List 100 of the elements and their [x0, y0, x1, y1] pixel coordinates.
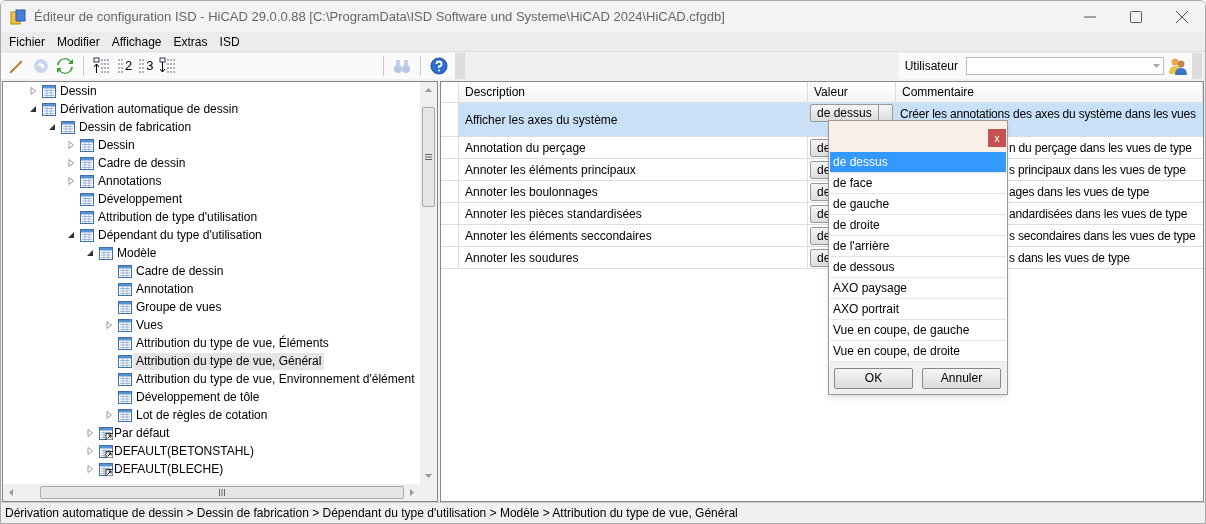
- column-header[interactable]: Description: [459, 82, 808, 102]
- tree-item[interactable]: Cadre de dessin: [95, 154, 189, 172]
- expand-icon[interactable]: [87, 447, 94, 455]
- menu-item[interactable]: ISD: [213, 32, 246, 51]
- table-cell: Afficher les axes du système: [459, 103, 808, 136]
- expand-icon[interactable]: [68, 159, 75, 167]
- scroll-right-icon[interactable]: [410, 489, 414, 496]
- table-cell: Annoter les éléments seccondaires: [459, 225, 808, 246]
- horizontal-scrollbar[interactable]: [3, 484, 437, 501]
- tree-item[interactable]: Par défaut: [111, 424, 173, 442]
- collapse-icon[interactable]: [30, 105, 37, 113]
- tree-item[interactable]: Modèle: [114, 244, 160, 262]
- table-cell-text: n du perçage dans les vues de type: [1009, 139, 1192, 157]
- table-shortcut-icon: [99, 462, 113, 476]
- table-icon: [61, 120, 75, 134]
- expand-icon[interactable]: [87, 429, 94, 437]
- table-cell-text: s dans les vues de type: [1009, 249, 1130, 267]
- toolbar-grip[interactable]: [455, 52, 465, 79]
- expand-icon[interactable]: [87, 465, 94, 473]
- expand-icon[interactable]: [106, 321, 113, 329]
- table-cell-text: andardisées dans les vues de type: [1009, 205, 1188, 223]
- tree-item[interactable]: Développement: [95, 190, 186, 208]
- table-cell-text: s principaux dans les vues de type: [1009, 161, 1186, 179]
- scroll-down-icon[interactable]: [425, 474, 432, 478]
- vertical-scrollbar[interactable]: [420, 82, 437, 484]
- dropdown-icon: [1153, 63, 1160, 68]
- table-icon: [118, 264, 132, 278]
- close-icon[interactable]: [1175, 9, 1189, 24]
- table-icon: [80, 192, 94, 206]
- tree-item[interactable]: Dessin: [57, 82, 100, 100]
- tree-item[interactable]: Lot de règles de cotation: [133, 406, 271, 424]
- tree-item[interactable]: Dépendant du type d'utilisation: [95, 226, 265, 244]
- table-icon: [118, 354, 132, 368]
- collapse-icon[interactable]: [68, 231, 75, 239]
- users-icon[interactable]: [1169, 56, 1187, 75]
- menu-item[interactable]: Extras: [167, 32, 214, 51]
- tree-item[interactable]: DEFAULT(BLECHE): [111, 460, 227, 478]
- tree-item[interactable]: Attribution de type d'utilisation: [95, 208, 261, 226]
- maximize-icon[interactable]: [1129, 9, 1143, 24]
- expand-icon[interactable]: [106, 411, 113, 419]
- table-cell: Annotation du perçage: [459, 137, 808, 158]
- table-icon: [118, 408, 132, 422]
- tree-item[interactable]: Attribution du type de vue, Général: [133, 352, 325, 370]
- table-cell-text: Créer les annotations des axes du système dans les vues: [900, 106, 1196, 123]
- window-title: Éditeur de configuration ISD - HiCAD 29.0.0.88 [C:\ProgramData\ISD Software und Systeme\HiCAD 2024\HiCAD.cfgdb]: [34, 7, 725, 26]
- tree-item[interactable]: Développement de tôle: [133, 388, 263, 406]
- collapse-icon[interactable]: [87, 249, 94, 257]
- column-header[interactable]: Valeur: [808, 82, 896, 102]
- menu-item[interactable]: Fichier: [3, 32, 51, 51]
- dialog-button[interactable]: Annuler: [922, 367, 1001, 389]
- status-text: Dérivation automatique de dessin > Dessin de fabrication > Dépendant du type d'utilisation > Modèle > Attribution du type de vue, Général: [5, 505, 738, 522]
- tree-item[interactable]: Cadre de dessin: [133, 262, 227, 280]
- tree-item[interactable]: Dessin de fabrication: [76, 118, 195, 136]
- tree-item[interactable]: Vues: [133, 316, 166, 334]
- tree-item[interactable]: DEFAULT(BETONSTAHL): [111, 442, 258, 460]
- menu-item[interactable]: Modifier: [51, 32, 106, 51]
- table-cell: Annoter les boulonnages: [459, 181, 808, 202]
- table-icon: [42, 102, 56, 116]
- table-cell: Annoter les éléments principaux: [459, 159, 808, 180]
- column-header[interactable]: Commentaire: [896, 82, 1203, 102]
- tree-item[interactable]: Attribution du type de vue, Environnement d'élément: [133, 370, 418, 388]
- table-icon: [80, 228, 94, 242]
- tree-item[interactable]: Annotations: [95, 172, 165, 190]
- table-icon: [118, 390, 132, 404]
- close-button[interactable]: x: [988, 129, 1006, 147]
- scroll-left-icon[interactable]: [9, 489, 13, 496]
- table-icon: [118, 318, 132, 332]
- help-icon[interactable]: [428, 54, 450, 77]
- table-icon: [42, 84, 56, 98]
- table-cell: Annoter les pièces standardisées: [459, 203, 808, 224]
- dialog-button[interactable]: OK: [834, 367, 913, 389]
- scroll-thumb[interactable]: [422, 107, 435, 207]
- scroll-up-icon[interactable]: [425, 88, 432, 92]
- expand-icon[interactable]: [68, 177, 75, 185]
- user-combo[interactable]: [966, 56, 1164, 75]
- tree-item[interactable]: Attribution du type de vue, Éléments: [133, 334, 332, 352]
- toolbar-grip[interactable]: [1192, 52, 1202, 79]
- table-icon: [80, 138, 94, 152]
- table-icon: [80, 210, 94, 224]
- menu-item[interactable]: Affichage: [105, 32, 168, 51]
- table-cell-text: s secondaires dans les vues de type: [1009, 227, 1196, 245]
- table-icon: [99, 246, 113, 260]
- table-icon: [80, 156, 94, 170]
- user-label: Utilisateur: [904, 57, 958, 75]
- table-icon: [118, 300, 132, 314]
- expand-icon[interactable]: [68, 141, 75, 149]
- tree-item[interactable]: Dessin: [95, 136, 138, 154]
- table-icon: [80, 174, 94, 188]
- table-icon: [118, 372, 132, 386]
- scroll-thumb[interactable]: [40, 486, 404, 499]
- table-icon: [118, 336, 132, 350]
- table-shortcut-icon: [99, 426, 113, 440]
- table-cell: Annoter les soudures: [459, 247, 808, 268]
- collapse-icon[interactable]: [49, 123, 56, 131]
- tree-item[interactable]: Dérivation automatique de dessin: [57, 100, 242, 118]
- tree-item[interactable]: Annotation: [133, 280, 197, 298]
- tree-item[interactable]: Groupe de vues: [133, 298, 225, 316]
- table-icon: [118, 282, 132, 296]
- expand-icon[interactable]: [30, 87, 37, 95]
- value-button[interactable]: de dessus: [810, 104, 893, 122]
